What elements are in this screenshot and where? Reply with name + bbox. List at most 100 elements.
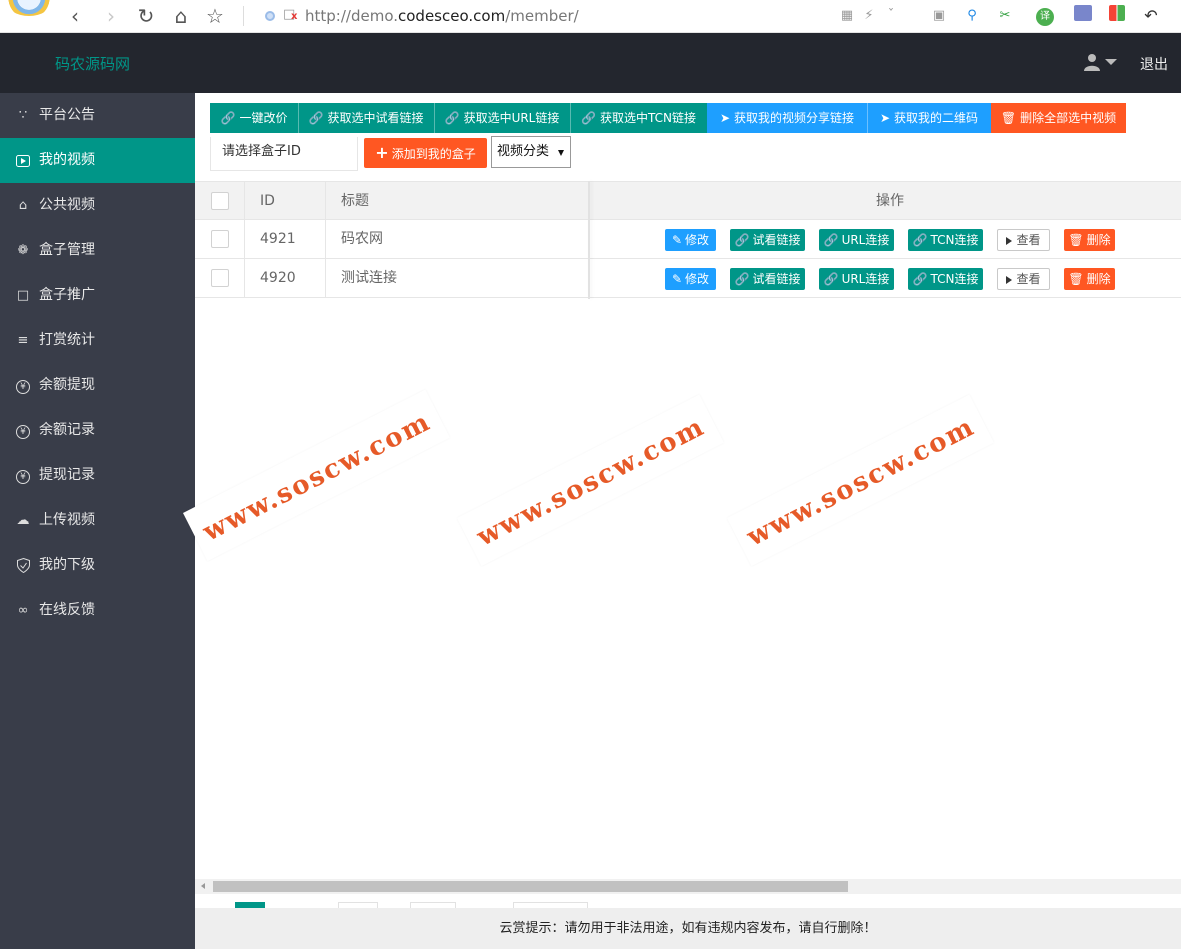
table-row: 4920 测试连接 ✎ 修改 🔗 试看链接 🔗 URL连接 🔗 TCN连接 查看 🗑 删除 bbox=[195, 259, 1181, 298]
row-title: 码农网 bbox=[341, 231, 383, 247]
sidebar-item-label: 余额提现 bbox=[39, 377, 95, 393]
tcn-link-button[interactable]: 🔗 TCN连接 bbox=[908, 229, 983, 251]
sidebar-item-balance-records[interactable]: ¥ 余额记录 bbox=[0, 408, 195, 453]
footer-notice: 云赏提示：请勿用于非法用途，如有违规内容发布，请自行删除！ bbox=[195, 908, 1181, 949]
forward-icon[interactable]: › bbox=[99, 4, 123, 28]
edit-button[interactable]: ✎ 修改 bbox=[665, 268, 716, 290]
row-checkbox[interactable] bbox=[211, 230, 229, 248]
logout-link[interactable]: 退出 bbox=[1140, 54, 1168, 74]
lightning-icon[interactable]: ⚡ bbox=[858, 5, 880, 27]
bookmark-star-icon[interactable]: ☆ bbox=[203, 4, 227, 28]
get-url-links-button[interactable]: 🔗 获取选中URL链接 bbox=[434, 103, 570, 133]
one-click-reprice-button[interactable]: 🔗 一键改价 bbox=[210, 103, 298, 133]
site-info-icon[interactable] bbox=[265, 11, 275, 21]
add-to-box-button[interactable]: + 添加到我的盒子 bbox=[364, 138, 487, 168]
scrollbar-thumb[interactable] bbox=[213, 881, 848, 892]
table-row: 4921 码农网 ✎ 修改 🔗 试看链接 🔗 URL连接 🔗 TCN连接 查看 🗑 删除 bbox=[195, 220, 1181, 259]
get-tcn-links-button[interactable]: 🔗 获取选中TCN链接 bbox=[570, 103, 707, 133]
sidebar-item-public-videos[interactable]: ⌂ 公共视频 bbox=[0, 183, 195, 228]
share-icon: ➤ bbox=[719, 111, 731, 125]
sidebar-item-label: 打赏统计 bbox=[39, 332, 95, 348]
link-icon: 🔗 bbox=[734, 272, 750, 286]
sidebar-item-my-videos[interactable]: 我的视频 bbox=[0, 138, 195, 183]
view-button[interactable]: 查看 bbox=[997, 229, 1050, 251]
home-icon: ⌂ bbox=[18, 198, 28, 213]
app-header: 码农源码网 退出 bbox=[0, 33, 1181, 93]
category-select[interactable]: 视频分类 bbox=[491, 136, 571, 168]
caret-down-icon[interactable] bbox=[1105, 59, 1117, 65]
main-content: 🔗 一键改价 🔗 获取选中试看链接 🔗 获取选中URL链接 🔗 获取选中TCN链接 ➤ 获… bbox=[183, 93, 1181, 949]
screenshot-icon[interactable]: ▣ bbox=[928, 5, 950, 27]
box-id-input[interactable]: 请选择盒子ID bbox=[210, 137, 358, 171]
edit-button[interactable]: ✎ 修改 bbox=[665, 229, 716, 251]
play-icon bbox=[1006, 275, 1013, 284]
tcn-link-button[interactable]: 🔗 TCN连接 bbox=[908, 268, 983, 290]
home-page-icon[interactable]: ⌂ bbox=[169, 4, 193, 28]
qr-icon[interactable]: ▦ bbox=[836, 5, 858, 27]
row-title: 测试连接 bbox=[341, 270, 397, 286]
sidebar-item-box-promotion[interactable]: □ 盒子推广 bbox=[0, 273, 195, 318]
apps-icon[interactable] bbox=[1106, 5, 1128, 27]
sidebar-item-withdraw[interactable]: ¥ 余额提现 bbox=[0, 363, 195, 408]
plus-icon: + bbox=[375, 143, 389, 162]
horizontal-scrollbar[interactable] bbox=[195, 879, 1181, 894]
table-header: ID 标题 操作 bbox=[195, 181, 1181, 220]
get-share-link-button[interactable]: ➤ 获取我的视频分享链接 bbox=[707, 103, 867, 133]
sidebar-item-label: 我的视频 bbox=[39, 152, 95, 168]
palm-icon: ❁ bbox=[17, 243, 29, 258]
sidebar-item-label: 我的下级 bbox=[39, 557, 95, 573]
shield-icon bbox=[14, 543, 32, 588]
sidebar-item-label: 在线反馈 bbox=[39, 602, 95, 618]
trash-icon: 🗑 bbox=[1068, 272, 1084, 286]
header-id[interactable]: ID bbox=[260, 182, 275, 219]
link-icon: 🔗 bbox=[734, 233, 750, 247]
trial-link-button[interactable]: 🔗 试看链接 bbox=[730, 229, 805, 251]
window-icon[interactable] bbox=[1072, 5, 1094, 27]
url-link-button[interactable]: 🔗 URL连接 bbox=[819, 229, 894, 251]
reload-icon[interactable]: ↻ bbox=[134, 4, 158, 28]
delete-selected-videos-button[interactable]: 🗑 删除全部选中视频 bbox=[991, 103, 1126, 133]
get-trial-links-button[interactable]: 🔗 获取选中试看链接 bbox=[298, 103, 434, 133]
sidebar-item-label: 上传视频 bbox=[39, 512, 95, 528]
sidebar-item-box-management[interactable]: ❁ 盒子管理 bbox=[0, 228, 195, 273]
delete-button[interactable]: 🗑 删除 bbox=[1064, 268, 1115, 290]
translate-icon[interactable]: 译 bbox=[1034, 5, 1056, 27]
row-checkbox[interactable] bbox=[211, 269, 229, 287]
url-link-button[interactable]: 🔗 URL连接 bbox=[819, 268, 894, 290]
sidebar-item-label: 余额记录 bbox=[39, 422, 95, 438]
sidebar-item-feedback[interactable]: ∞ 在线反馈 bbox=[0, 588, 195, 633]
search-icon[interactable]: ⚲ bbox=[961, 5, 983, 27]
chevron-down-icon[interactable]: ˇ bbox=[880, 5, 902, 27]
trial-link-button[interactable]: 🔗 试看链接 bbox=[730, 268, 805, 290]
trash-icon: 🗑 bbox=[1000, 111, 1017, 125]
sidebar-item-announcement[interactable]: ∵ 平台公告 bbox=[0, 93, 195, 138]
link-icon: 🔗 bbox=[444, 111, 460, 125]
user-icon[interactable] bbox=[1084, 53, 1100, 71]
watermark: www.soscw.com bbox=[457, 394, 724, 567]
undo-icon[interactable]: ↶ bbox=[1140, 5, 1162, 27]
sidebar-item-withdraw-records[interactable]: ¥ 提现记录 bbox=[0, 453, 195, 498]
link-icon: 🔗 bbox=[912, 272, 928, 286]
yuan-icon: ¥ bbox=[14, 453, 32, 498]
header-title[interactable]: 标题 bbox=[341, 182, 369, 219]
link-icon: 🔗 bbox=[220, 111, 236, 125]
view-button[interactable]: 查看 bbox=[997, 268, 1050, 290]
yuan-icon: ¥ bbox=[14, 408, 32, 453]
link-loop-icon: ∞ bbox=[17, 603, 29, 618]
sidebar-item-label: 盒子管理 bbox=[39, 242, 95, 258]
header-actions: 操作 bbox=[876, 193, 904, 209]
sidebar-item-my-subordinates[interactable]: 我的下级 bbox=[0, 543, 195, 588]
sidebar-item-tip-stats[interactable]: ≡ 打赏统计 bbox=[0, 318, 195, 363]
back-icon[interactable]: ‹ bbox=[63, 4, 87, 28]
announcement-icon: ∵ bbox=[18, 108, 28, 123]
document-icon: ≡ bbox=[17, 333, 29, 348]
address-bar[interactable]: http://demo.codesceo.com/member/ bbox=[305, 7, 579, 25]
brand-title[interactable]: 码农源码网 bbox=[55, 53, 130, 74]
select-all-checkbox[interactable] bbox=[211, 192, 229, 210]
scissors-icon[interactable]: ✂ bbox=[994, 5, 1016, 27]
delete-button[interactable]: 🗑 删除 bbox=[1064, 229, 1115, 251]
dropdown-arrow-icon bbox=[558, 150, 564, 156]
get-qrcode-button[interactable]: ➤ 获取我的二维码 bbox=[867, 103, 991, 133]
sidebar-item-upload-video[interactable]: ☁ 上传视频 bbox=[0, 498, 195, 543]
link-icon: 🔗 bbox=[581, 111, 596, 125]
